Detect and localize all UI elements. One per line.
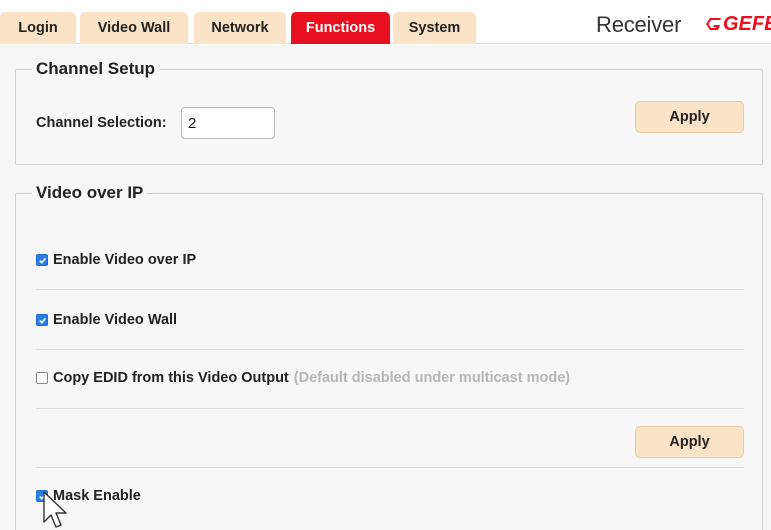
tab-video-wall[interactable]: Video Wall (80, 12, 188, 44)
enable-video-over-ip-row[interactable]: Enable Video over IP (36, 250, 196, 270)
channel-selection-input[interactable] (181, 107, 275, 139)
enable-video-wall-checkbox[interactable] (36, 314, 48, 326)
video-over-ip-legend: Video over IP (36, 183, 144, 202)
tab-login[interactable]: Login (0, 12, 76, 44)
main-content: Channel Setup Channel Selection: Apply V… (0, 45, 771, 530)
divider (36, 289, 744, 290)
divider (36, 467, 744, 468)
enable-video-over-ip-checkbox[interactable] (36, 254, 48, 266)
check-icon (38, 257, 46, 264)
divider (36, 349, 744, 350)
brand-text: GEFEN (723, 13, 771, 35)
copy-edid-row[interactable]: Copy EDID from this Video Output (Defaul… (36, 368, 570, 388)
enable-video-over-ip-label: Enable Video over IP (53, 252, 197, 268)
tab-functions[interactable]: Functions (291, 12, 390, 44)
channel-apply-button[interactable]: Apply (635, 101, 744, 133)
tab-system[interactable]: System (393, 12, 476, 44)
mouse-cursor-icon (43, 491, 67, 528)
divider (36, 408, 744, 409)
enable-video-wall-label: Enable Video Wall (53, 312, 178, 328)
check-icon (38, 317, 46, 324)
device-label: Receiver (596, 12, 682, 37)
channel-setup-legend: Channel Setup (36, 59, 156, 78)
brand-g-icon (706, 18, 721, 30)
tab-network[interactable]: Network (194, 12, 286, 44)
video-over-ip-apply-button[interactable]: Apply (635, 426, 744, 458)
copy-edid-hint: (Default disabled under multicast mode) (293, 370, 571, 386)
video-over-ip-group: Video over IP (15, 183, 763, 530)
brand-logo: GEFEN (704, 13, 771, 36)
enable-video-wall-row[interactable]: Enable Video Wall (36, 310, 177, 330)
copy-edid-label: Copy EDID from this Video Output (53, 370, 289, 386)
copy-edid-checkbox[interactable] (36, 372, 48, 384)
tab-bar: Login Video Wall Network Functions Syste… (0, 0, 771, 44)
channel-selection-label: Channel Selection: (36, 115, 167, 131)
